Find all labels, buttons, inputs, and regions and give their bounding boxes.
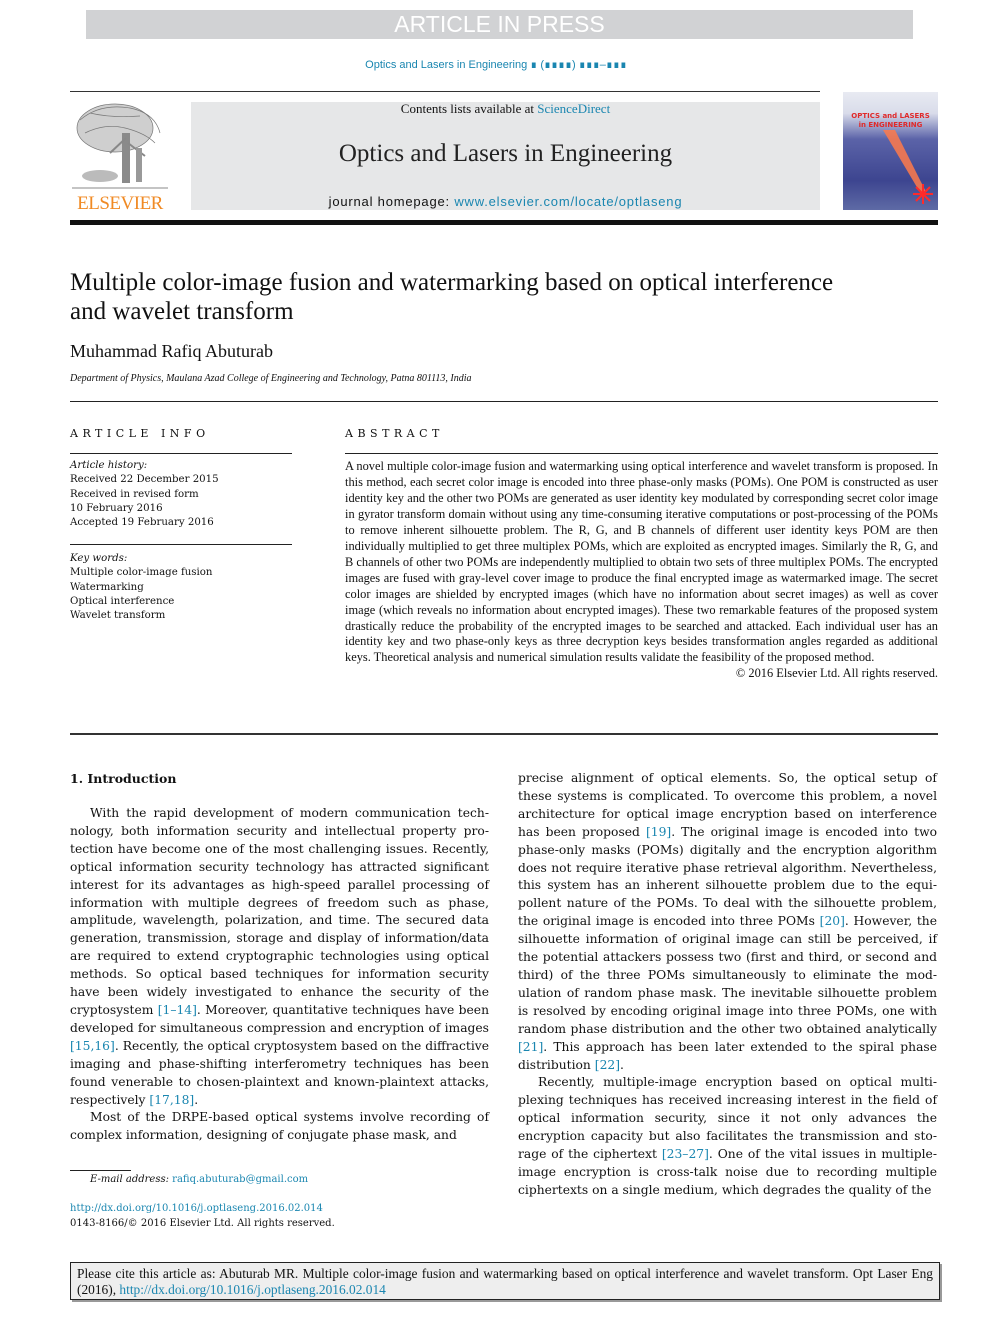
history-label: Article history: [70, 460, 148, 471]
text-run: With the rapid development of modern com… [70, 806, 489, 1017]
keyword-item: Multiple color-image fusion [70, 567, 213, 579]
text-run: . [194, 1092, 199, 1107]
keyword-item: Wavelet transform [70, 610, 166, 622]
header-divider [70, 401, 938, 402]
article-title: Multiple color-image fusion and watermar… [70, 269, 834, 325]
contents-prefix: Contents lists available at [400, 101, 538, 116]
keywords-rule [70, 544, 292, 545]
laser-beam-icon [883, 130, 933, 204]
abstract-rule [345, 453, 938, 454]
citation-link[interactable]: [17,18] [149, 1093, 194, 1107]
body-column-right: precise alignment of optical elements. S… [518, 770, 937, 1200]
homepage-link[interactable]: www.elsevier.com/locate/optlaseng [454, 194, 682, 209]
paragraph: With the rapid development of modern com… [70, 805, 489, 1109]
masthead-bottom-rule [70, 220, 938, 225]
elsevier-wordmark: ELSEVIER [77, 193, 163, 214]
author-name[interactable]: Muhammad Rafiq Abuturab [70, 341, 273, 362]
text-run: . The original image is encoded into two… [518, 824, 938, 929]
keywords-label: Key words: [70, 553, 128, 564]
email-label: E-mail address: [90, 1174, 173, 1185]
citation-link[interactable]: [19] [646, 825, 671, 839]
citation-link[interactable]: [20] [820, 914, 845, 928]
citation-link[interactable]: [22] [595, 1058, 620, 1072]
footnote-rule [70, 1170, 131, 1171]
citation-link[interactable]: [1–14] [158, 1003, 197, 1017]
journal-cover-thumbnail[interactable]: OPTICS and LASERS in ENGINEERING [843, 92, 938, 210]
footnote-email: E-mail address: rafiq.abuturab@gmail.com [90, 1174, 308, 1185]
doi-block: http://dx.doi.org/10.1016/j.optlaseng.20… [70, 1201, 335, 1231]
contents-availability: Contents lists available at ScienceDirec… [191, 101, 820, 117]
history-item: Received 22 December 2015 [70, 474, 219, 486]
citation-doi-link[interactable]: http://dx.doi.org/10.1016/j.optlaseng.20… [119, 1282, 385, 1297]
citation-link[interactable]: [15,16] [70, 1039, 115, 1053]
homepage-prefix: journal homepage: [328, 194, 455, 209]
citation-box: Please cite this article as: Abuturab MR… [70, 1262, 940, 1300]
abstract-body: A novel multiple color-image fusion and … [345, 459, 938, 682]
journal-homepage: journal homepage: www.elsevier.com/locat… [191, 194, 820, 209]
citation-link[interactable]: [21] [518, 1040, 543, 1054]
abstract-copyright: © 2016 Elsevier Ltd. All rights reserved… [735, 666, 938, 681]
paragraph: Most of the DRPE-based optical systems i… [70, 1110, 489, 1143]
abstract-heading: ABSTRACT [345, 427, 444, 440]
issn-copyright: 0143-8166/© 2016 Elsevier Ltd. All right… [70, 1218, 335, 1229]
text-run: . This approach has been later extended … [518, 1039, 937, 1072]
running-head[interactable]: Optics and Lasers in Engineering ∎ (∎∎∎∎… [0, 58, 992, 71]
paragraph: Recently, multiple-image encryption base… [518, 1074, 937, 1199]
running-head-journal: Optics and Lasers in Engineering [365, 59, 528, 71]
keywords: Key words: Multiple color-image fusion W… [70, 552, 300, 623]
history-item: Received in revised form [70, 488, 199, 500]
citation-link[interactable]: [23–27] [662, 1147, 709, 1161]
email-link[interactable]: rafiq.abuturab@gmail.com [172, 1174, 308, 1185]
text-run: . Recently, the optical cryptosystem bas… [70, 1038, 489, 1107]
article-info-rule [70, 453, 292, 454]
doi-link[interactable]: http://dx.doi.org/10.1016/j.optlaseng.20… [70, 1201, 335, 1216]
author-affiliation: Department of Physics, Maulana Azad Coll… [70, 373, 472, 384]
article-info-heading: ARTICLE INFO [70, 427, 210, 440]
body-column-left: With the rapid development of modern com… [70, 805, 489, 1145]
history-item: Accepted 19 February 2016 [70, 517, 214, 529]
paragraph: precise alignment of optical elements. S… [518, 770, 937, 1074]
running-head-issue: ∎ (∎∎∎∎) ∎∎∎–∎∎∎ [530, 59, 627, 71]
text-run: . [620, 1057, 624, 1072]
section-heading-introduction: 1. Introduction [70, 771, 177, 786]
abstract-divider [70, 733, 938, 735]
text-run: . However, the silhouette information of… [518, 914, 937, 1036]
keyword-item: Optical interference [70, 595, 175, 607]
history-item: 10 February 2016 [70, 502, 163, 514]
sciencedirect-link[interactable]: ScienceDirect [537, 101, 610, 116]
keyword-item: Watermarking [70, 581, 144, 593]
article-history: Article history: Received 22 December 20… [70, 459, 300, 530]
abstract-text: A novel multiple color-image fusion and … [345, 459, 938, 665]
masthead-top-rule [70, 91, 820, 92]
journal-title: Optics and Lasers in Engineering [338, 140, 673, 167]
article-in-press-banner: ARTICLE IN PRESS [86, 10, 913, 39]
